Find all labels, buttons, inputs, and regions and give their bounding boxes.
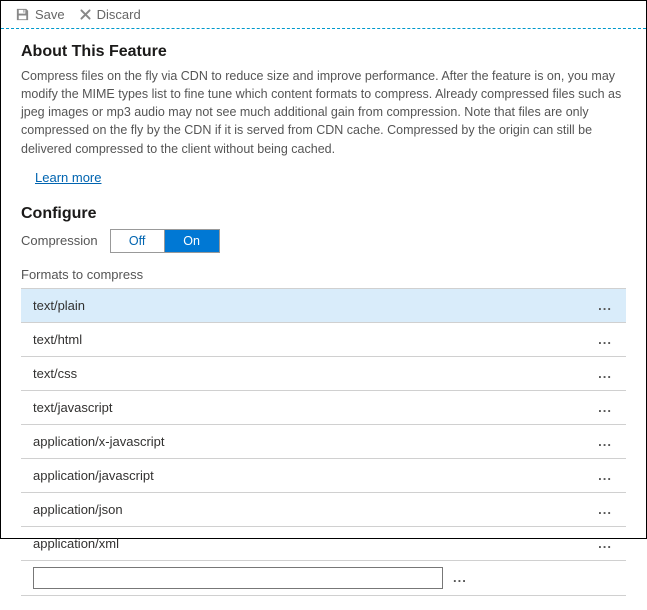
format-row[interactable]: application/x-javascript ...	[21, 425, 626, 459]
discard-icon	[79, 8, 92, 21]
discard-label: Discard	[97, 7, 141, 22]
discard-button[interactable]: Discard	[79, 7, 141, 22]
compression-row: Compression Off On	[21, 229, 626, 253]
format-row[interactable]: text/html ...	[21, 323, 626, 357]
save-icon	[15, 7, 30, 22]
format-name: text/css	[33, 366, 77, 381]
format-name: application/json	[33, 502, 123, 517]
format-row[interactable]: text/css ...	[21, 357, 626, 391]
about-description: Compress files on the fly via CDN to red…	[21, 67, 626, 158]
compression-toggle[interactable]: Off On	[110, 229, 220, 253]
more-icon[interactable]: ...	[594, 400, 616, 415]
format-name: text/plain	[33, 298, 85, 313]
more-icon[interactable]: ...	[594, 434, 616, 449]
format-name: application/javascript	[33, 468, 154, 483]
formats-list: text/plain ... text/html ... text/css ..…	[21, 288, 626, 596]
new-format-row: ...	[21, 561, 626, 596]
format-row[interactable]: text/plain ...	[21, 289, 626, 323]
content: About This Feature Compress files on the…	[1, 29, 646, 610]
format-row[interactable]: text/javascript ...	[21, 391, 626, 425]
save-button[interactable]: Save	[15, 7, 65, 22]
learn-more-link[interactable]: Learn more	[35, 170, 101, 185]
more-icon[interactable]: ...	[594, 502, 616, 517]
formats-label: Formats to compress	[21, 267, 626, 282]
format-name: application/x-javascript	[33, 434, 165, 449]
format-name: application/xml	[33, 536, 119, 551]
more-icon[interactable]: ...	[594, 366, 616, 381]
compression-label: Compression	[21, 233, 98, 248]
more-icon[interactable]: ...	[594, 298, 616, 313]
more-icon[interactable]: ...	[449, 570, 471, 585]
more-icon[interactable]: ...	[594, 332, 616, 347]
format-row[interactable]: application/xml ...	[21, 527, 626, 561]
toolbar: Save Discard	[1, 1, 646, 29]
toggle-off[interactable]: Off	[111, 230, 165, 252]
toggle-on[interactable]: On	[165, 230, 219, 252]
about-title: About This Feature	[21, 43, 626, 61]
format-row[interactable]: application/json ...	[21, 493, 626, 527]
format-name: text/html	[33, 332, 82, 347]
more-icon[interactable]: ...	[594, 536, 616, 551]
format-row[interactable]: application/javascript ...	[21, 459, 626, 493]
configure-title: Configure	[21, 205, 626, 223]
save-label: Save	[35, 7, 65, 22]
format-name: text/javascript	[33, 400, 112, 415]
more-icon[interactable]: ...	[594, 468, 616, 483]
new-format-input[interactable]	[33, 567, 443, 589]
